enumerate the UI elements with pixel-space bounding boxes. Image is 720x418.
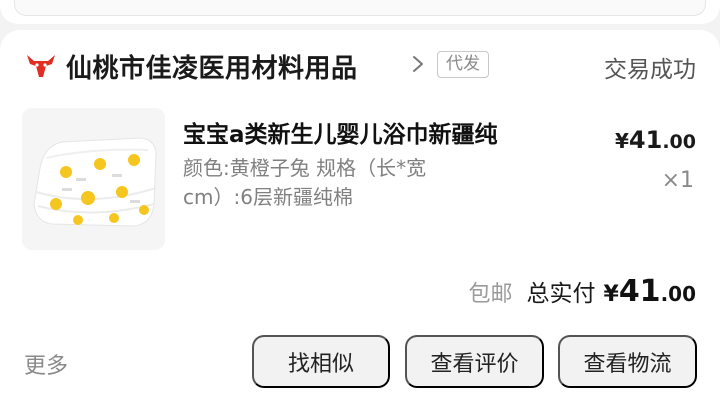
order-total: 包邮 总实付 ¥41.00 — [468, 274, 696, 309]
unit-price-integer: 41 — [628, 126, 663, 154]
previous-order-card-bottom — [0, 0, 720, 24]
total-price-currency: ¥ — [603, 282, 619, 307]
unit-price-currency: ¥ — [615, 129, 629, 153]
product-image[interactable] — [22, 108, 165, 250]
product-spec: 颜色:黄橙子兔 规格（长*宽cm）:6层新疆纯棉 — [183, 156, 427, 209]
total-price: ¥41.00 — [604, 274, 697, 309]
dropship-tag: 代发 — [437, 51, 489, 78]
more-link[interactable]: 更多 — [24, 348, 68, 380]
order-card: 仙桃市佳凌医用材料用品 代发 交易成功 宝宝a类新生儿婴儿浴巾新疆纯 颜色:黄橙… — [0, 30, 720, 418]
unit-price: ¥41.00 — [615, 126, 696, 154]
view-logistics-button[interactable]: 查看物流 — [558, 335, 697, 388]
quantity: ×1 — [661, 168, 694, 193]
product-title[interactable]: 宝宝a类新生儿婴儿浴巾新疆纯 — [183, 115, 498, 149]
total-price-integer: 41 — [618, 274, 661, 309]
unit-price-decimal: .00 — [662, 131, 696, 153]
previous-order-info-box — [14, 0, 706, 16]
shop-name[interactable]: 仙桃市佳凌医用材料用品 — [66, 48, 358, 85]
chevron-right-icon[interactable] — [410, 53, 426, 75]
baby-towel-image — [22, 108, 165, 250]
order-status: 交易成功 — [604, 57, 696, 83]
find-similar-button[interactable]: 找相似 — [252, 335, 390, 388]
view-review-button[interactable]: 查看评价 — [405, 335, 544, 388]
free-shipping-label: 包邮 — [468, 282, 513, 307]
shop-header[interactable]: 仙桃市佳凌医用材料用品 代发 交易成功 — [0, 30, 720, 102]
total-price-decimal: .00 — [660, 282, 696, 306]
total-paid-label: 总实付 — [526, 281, 596, 307]
bull-head-icon — [27, 55, 55, 77]
